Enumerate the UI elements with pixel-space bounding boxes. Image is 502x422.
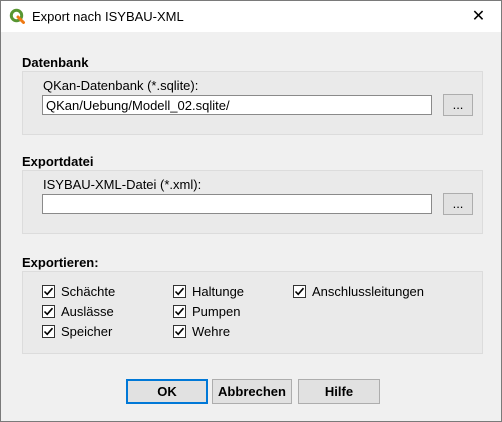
help-button[interactable]: Hilfe <box>298 379 380 404</box>
checkbox-label: Schächte <box>61 284 116 299</box>
section-title-datenbank: Datenbank <box>22 55 89 70</box>
close-icon[interactable]: ✕ <box>456 1 501 32</box>
database-path-input[interactable] <box>42 95 432 115</box>
database-field-label: QKan-Datenbank (*.sqlite): <box>43 78 199 93</box>
checkbox-checked-icon <box>42 285 55 298</box>
checkbox-label: Wehre <box>192 324 231 339</box>
checkbox-checked-icon <box>173 325 186 338</box>
checkbox-anschlussleitungen[interactable]: Anschlussleitungen <box>293 284 424 299</box>
checkbox-pumpen[interactable]: Pumpen <box>173 304 240 319</box>
window-title: Export nach ISYBAU-XML <box>32 9 184 24</box>
exportieren-group: Schächte Auslässe Speicher Haltunge Pump… <box>22 271 483 354</box>
section-title-exportieren: Exportieren: <box>22 255 99 270</box>
checkbox-label: Auslässe <box>61 304 114 319</box>
qgis-logo-icon <box>9 8 25 24</box>
cancel-button[interactable]: Abbrechen <box>212 379 292 404</box>
checkbox-schaechte[interactable]: Schächte <box>42 284 115 299</box>
exportdatei-group: ISYBAU-XML-Datei (*.xml): ... <box>22 170 483 234</box>
checkbox-label: Anschlussleitungen <box>312 284 425 299</box>
section-title-exportdatei: Exportdatei <box>22 154 94 169</box>
checkbox-wehre[interactable]: Wehre <box>173 324 230 339</box>
ok-button[interactable]: OK <box>126 379 208 404</box>
checkbox-haltungen[interactable]: Haltunge <box>173 284 244 299</box>
checkbox-checked-icon <box>173 285 186 298</box>
title-bar: Export nach ISYBAU-XML ✕ <box>1 1 501 32</box>
checkbox-label: Pumpen <box>192 304 241 319</box>
export-file-browse-button[interactable]: ... <box>443 193 473 215</box>
export-file-input[interactable] <box>42 194 432 214</box>
checkbox-checked-icon <box>173 305 186 318</box>
export-file-field-label: ISYBAU-XML-Datei (*.xml): <box>43 177 202 192</box>
checkbox-checked-icon <box>42 325 55 338</box>
checkbox-label: Haltunge <box>192 284 245 299</box>
dialog-window: Export nach ISYBAU-XML ✕ Datenbank QKan-… <box>0 0 502 422</box>
checkbox-checked-icon <box>293 285 306 298</box>
checkbox-speicher[interactable]: Speicher <box>42 324 112 339</box>
database-browse-button[interactable]: ... <box>443 94 473 116</box>
checkbox-checked-icon <box>42 305 55 318</box>
datenbank-group: QKan-Datenbank (*.sqlite): ... <box>22 71 483 135</box>
checkbox-auslaesse[interactable]: Auslässe <box>42 304 114 319</box>
checkbox-label: Speicher <box>61 324 113 339</box>
